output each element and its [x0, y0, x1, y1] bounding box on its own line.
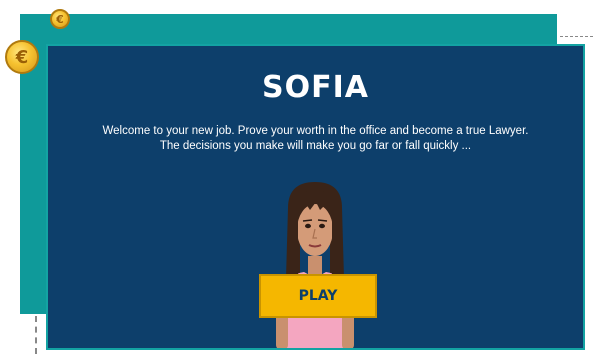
character-eye-right — [319, 223, 325, 229]
sofia-character — [276, 182, 354, 348]
play-button[interactable]: PLAY — [259, 274, 377, 318]
game-description: Welcome to your new job. Prove your wort… — [48, 124, 583, 154]
character-brow-left — [302, 219, 313, 222]
game-title: SOFIA — [262, 70, 369, 105]
euro-coin-icon: € — [5, 40, 39, 74]
dashed-guide-horizontal — [560, 36, 593, 37]
coin-symbol: € — [56, 12, 64, 26]
character-neck — [308, 256, 322, 276]
intro-panel: SOFIA Welcome to your new job. Prove you… — [46, 44, 585, 350]
character-eye-left — [305, 223, 311, 229]
coin-symbol: € — [15, 46, 29, 68]
description-line-2: The decisions you make will make you go … — [159, 140, 472, 152]
character-brow-right — [317, 219, 328, 222]
dashed-guide-vertical — [35, 316, 37, 354]
euro-coin-icon: € — [50, 9, 70, 29]
game-stage: € SOFIA Welcome to your new job. Prove y… — [0, 0, 593, 354]
description-line-1: Welcome to your new job. Prove your wort… — [102, 125, 529, 137]
